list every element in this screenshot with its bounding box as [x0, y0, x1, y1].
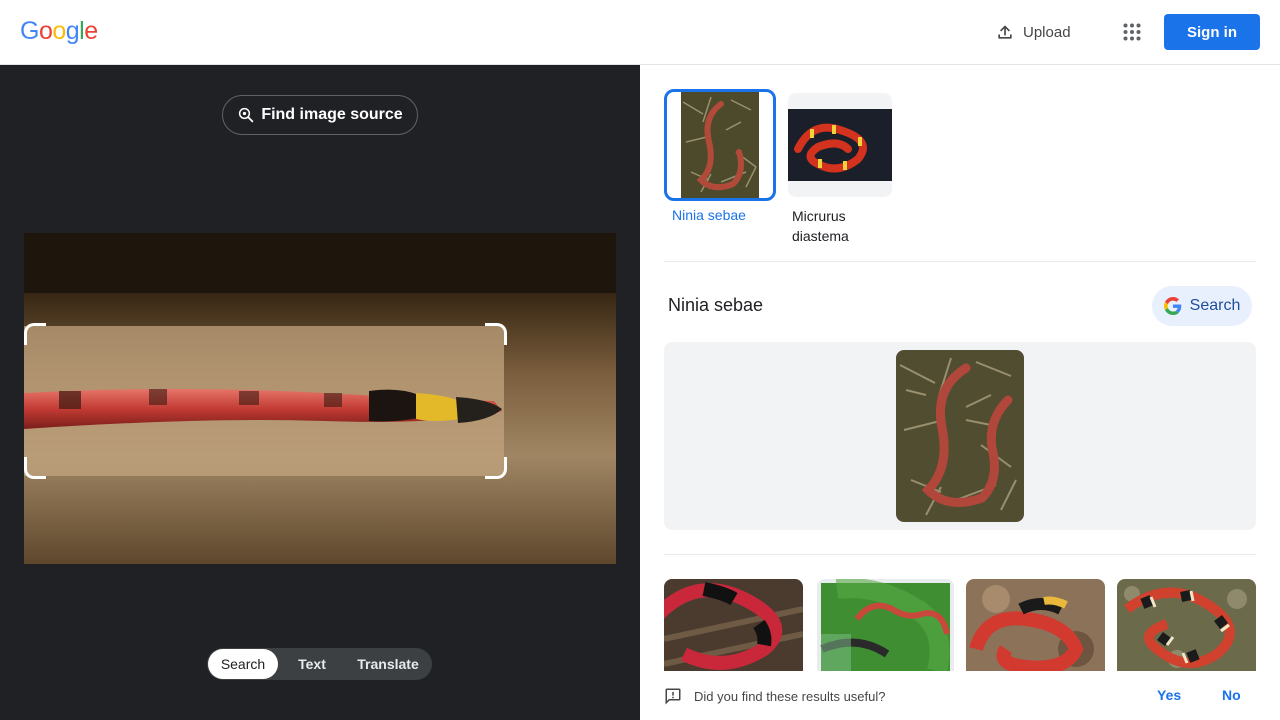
result-image-1[interactable] [664, 579, 803, 671]
feedback-yes-button[interactable]: Yes [1157, 687, 1181, 703]
search-label: Search [1189, 297, 1241, 314]
result-image-3[interactable] [966, 579, 1105, 671]
chip-label: Micrurus diastema [792, 208, 849, 244]
chip-ninia-sebae[interactable]: Ninia sebae [664, 89, 776, 223]
tab-text[interactable]: Text [278, 649, 346, 679]
logo-letter: e [84, 17, 98, 45]
crop-handle-bottom-right[interactable] [485, 457, 507, 479]
divider [664, 554, 1256, 555]
upload-icon [998, 25, 1012, 39]
result-image-2[interactable] [817, 579, 954, 671]
image-viewer-panel: Find image source Search Text Translate [0, 65, 640, 720]
crop-selection-box[interactable] [24, 323, 507, 479]
google-apps-button[interactable] [1114, 14, 1150, 50]
logo-letter: g [65, 17, 80, 45]
results-panel: Ninia sebae Micrurus diastema Ninia seba… [640, 65, 1280, 720]
feedback-icon [665, 688, 681, 705]
lens-search-icon [239, 107, 254, 123]
result-image-4[interactable] [1117, 579, 1256, 671]
feedback-no-button[interactable]: No [1222, 687, 1241, 703]
logo-letter: o [38, 17, 53, 45]
apps-grid-icon [1123, 23, 1141, 41]
google-g-icon [1163, 297, 1181, 315]
ninia-sebae-preview-image[interactable] [896, 350, 1024, 522]
ninia-sebae-thumbnail [681, 92, 759, 198]
crop-handle-top-right[interactable] [485, 323, 507, 345]
feedback-bar: Did you find these results useful? Yes N… [664, 681, 1256, 711]
feedback-question: Did you find these results useful? [694, 688, 886, 704]
micrurus-diastema-thumbnail [788, 109, 892, 181]
logo-letter: o [52, 17, 66, 45]
chip-label: Ninia sebae [672, 207, 746, 223]
sign-in-button[interactable]: Sign in [1164, 14, 1260, 50]
google-search-button[interactable]: Search [1152, 286, 1252, 326]
chip-micrurus-diastema[interactable]: Micrurus diastema [788, 93, 892, 246]
lens-mode-tabs: Search Text Translate [207, 648, 432, 680]
logo-letter: G [20, 17, 39, 45]
preview-container [664, 342, 1256, 530]
tab-search[interactable]: Search [208, 649, 278, 679]
chip-thumbnail [664, 89, 776, 201]
header: Google Upload Sign in [0, 0, 1280, 65]
google-logo[interactable]: Google [20, 17, 98, 46]
tab-translate[interactable]: Translate [346, 649, 430, 679]
crop-handle-top-left[interactable] [24, 323, 46, 345]
result-title: Ninia sebae [668, 295, 764, 315]
find-image-source-label: Find image source [261, 106, 403, 123]
upload-button[interactable]: Upload [985, 12, 1081, 52]
chip-thumbnail [788, 93, 892, 197]
divider [664, 261, 1256, 262]
crop-handle-bottom-left[interactable] [24, 457, 46, 479]
find-image-source-button[interactable]: Find image source [222, 95, 418, 135]
upload-label: Upload [1023, 23, 1071, 41]
